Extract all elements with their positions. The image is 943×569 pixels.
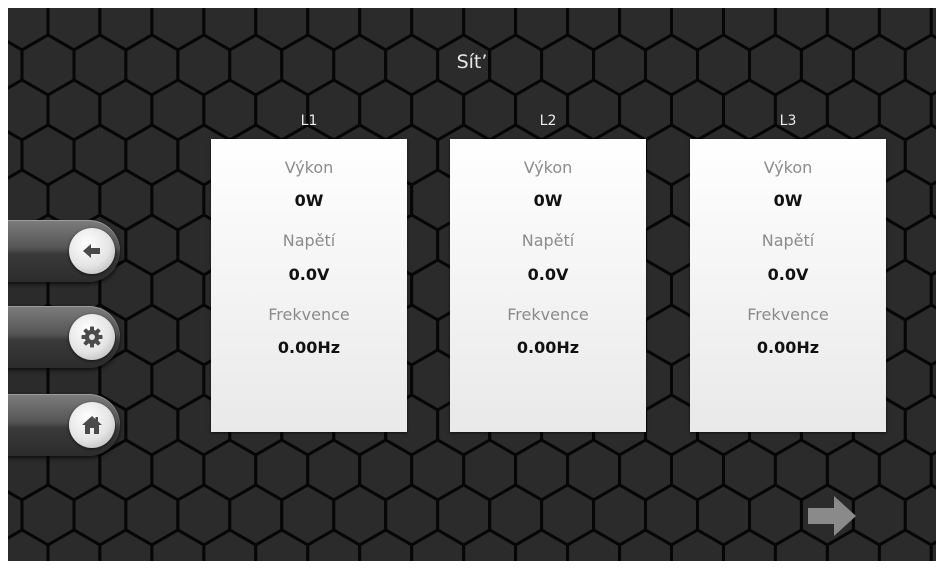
power-value: 0W bbox=[533, 191, 563, 210]
phase-card-l3: Výkon 0W Napětí 0.0V Frekvence 0.00Hz bbox=[690, 139, 886, 432]
power-label: Výkon bbox=[763, 158, 813, 177]
phase-label-l1: L1 bbox=[300, 113, 318, 129]
back-button-knob[interactable] bbox=[69, 228, 115, 274]
phase-card-l2: Výkon 0W Napětí 0.0V Frekvence 0.00Hz bbox=[450, 139, 646, 432]
page-title: Sít’ bbox=[456, 51, 488, 73]
back-button[interactable] bbox=[8, 220, 120, 282]
frequency-value: 0.00Hz bbox=[516, 338, 580, 357]
voltage-label: Napětí bbox=[282, 231, 336, 250]
gear-icon bbox=[81, 326, 103, 348]
power-label: Výkon bbox=[284, 158, 334, 177]
phase-card-l1: Výkon 0W Napětí 0.0V Frekvence 0.00Hz bbox=[211, 139, 407, 432]
voltage-value: 0.0V bbox=[767, 265, 809, 284]
power-value: 0W bbox=[773, 191, 803, 210]
right-arrow-icon[interactable] bbox=[806, 493, 858, 539]
home-button[interactable] bbox=[8, 394, 120, 456]
voltage-label: Napětí bbox=[521, 231, 575, 250]
settings-button[interactable] bbox=[8, 306, 120, 368]
screen: Sít’ L1 Výkon 0W Napětí 0.0V Frekvence 0… bbox=[8, 8, 936, 561]
power-value: 0W bbox=[294, 191, 324, 210]
frequency-label: Frekvence bbox=[268, 305, 350, 324]
phase-label-l2: L2 bbox=[539, 113, 557, 129]
voltage-value: 0.0V bbox=[288, 265, 330, 284]
frequency-label: Frekvence bbox=[507, 305, 589, 324]
voltage-value: 0.0V bbox=[527, 265, 569, 284]
home-button-knob[interactable] bbox=[69, 402, 115, 448]
frequency-label: Frekvence bbox=[747, 305, 829, 324]
phase-label-l3: L3 bbox=[779, 113, 797, 129]
power-label: Výkon bbox=[523, 158, 573, 177]
settings-button-knob[interactable] bbox=[69, 314, 115, 360]
frequency-value: 0.00Hz bbox=[756, 338, 820, 357]
frequency-value: 0.00Hz bbox=[277, 338, 341, 357]
voltage-label: Napětí bbox=[761, 231, 815, 250]
back-arrow-icon bbox=[83, 244, 100, 258]
home-icon bbox=[82, 416, 102, 434]
